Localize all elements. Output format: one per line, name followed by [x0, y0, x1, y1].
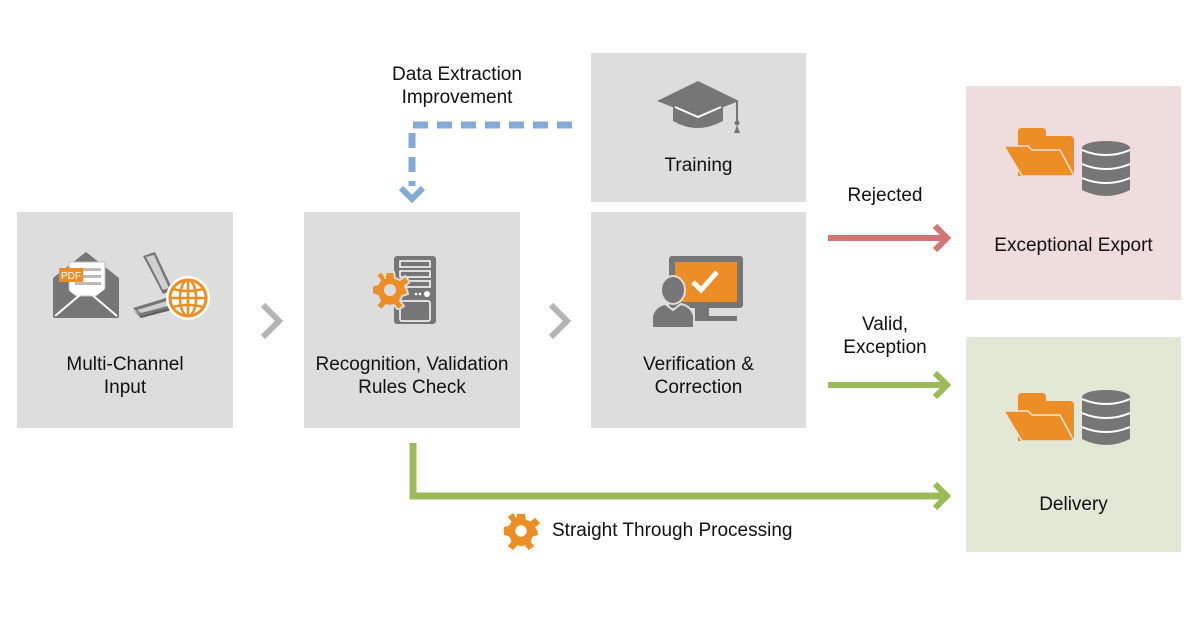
label-line: Improvement	[401, 87, 513, 108]
label-line: Verification &	[643, 354, 754, 375]
label-line: Input	[103, 377, 147, 398]
graduation-cap-icon	[657, 81, 740, 133]
stp-arrow-path	[409, 443, 945, 500]
chevron-right-icon	[260, 302, 284, 340]
stage-delivery: Delivery	[966, 337, 1181, 552]
label-line: Correction	[654, 377, 743, 398]
stage-exceptional-export: Exceptional Export	[966, 86, 1181, 300]
folder-icon	[1004, 128, 1076, 177]
pdf-tag: PDF	[61, 271, 81, 282]
label-line: Recognition, Validation	[315, 354, 509, 375]
improvement-flow-label: Data Extraction Improvement	[357, 63, 557, 109]
label-line: Data Extraction	[392, 64, 522, 85]
stage-label: Exceptional Export	[994, 235, 1153, 256]
label-line: Rules Check	[358, 377, 466, 398]
database-icon	[1082, 141, 1130, 196]
stage-verification-correction: Verification & Correction	[591, 212, 806, 428]
globe-icon	[166, 276, 210, 320]
folder-icon	[1004, 393, 1076, 442]
gear-icon	[371, 270, 410, 310]
stp-flow-label: Straight Through Processing	[552, 520, 793, 541]
label-line: Multi-Channel	[66, 354, 184, 375]
rejected-flow-label: Rejected	[847, 185, 923, 206]
valid-flow-label: Valid, Exception	[825, 313, 945, 359]
stage-label: Recognition, Validation Rules Check	[304, 353, 520, 399]
user-icon	[651, 275, 695, 328]
improvement-dashed-path	[408, 121, 572, 186]
gear-icon	[503, 512, 540, 550]
envelope-pdf-icon: PDF	[53, 252, 119, 318]
stage-label: Verification & Correction	[591, 353, 806, 399]
stage-recognition-validation: Recognition, Validation Rules Check	[304, 212, 520, 428]
stage-multi-channel-input: PDF Multi-Channel Input	[17, 212, 233, 428]
label-line: Valid,	[861, 314, 909, 335]
database-icon	[1082, 390, 1130, 445]
stage-label: Delivery	[1039, 494, 1108, 515]
label-line: Exception	[843, 337, 927, 358]
chevron-right-icon	[548, 302, 572, 340]
stage-label: Multi-Channel Input	[17, 353, 233, 399]
stage-label: Training	[664, 155, 733, 176]
stage-training: Training	[591, 53, 806, 202]
improvement-arrowhead	[398, 185, 426, 204]
